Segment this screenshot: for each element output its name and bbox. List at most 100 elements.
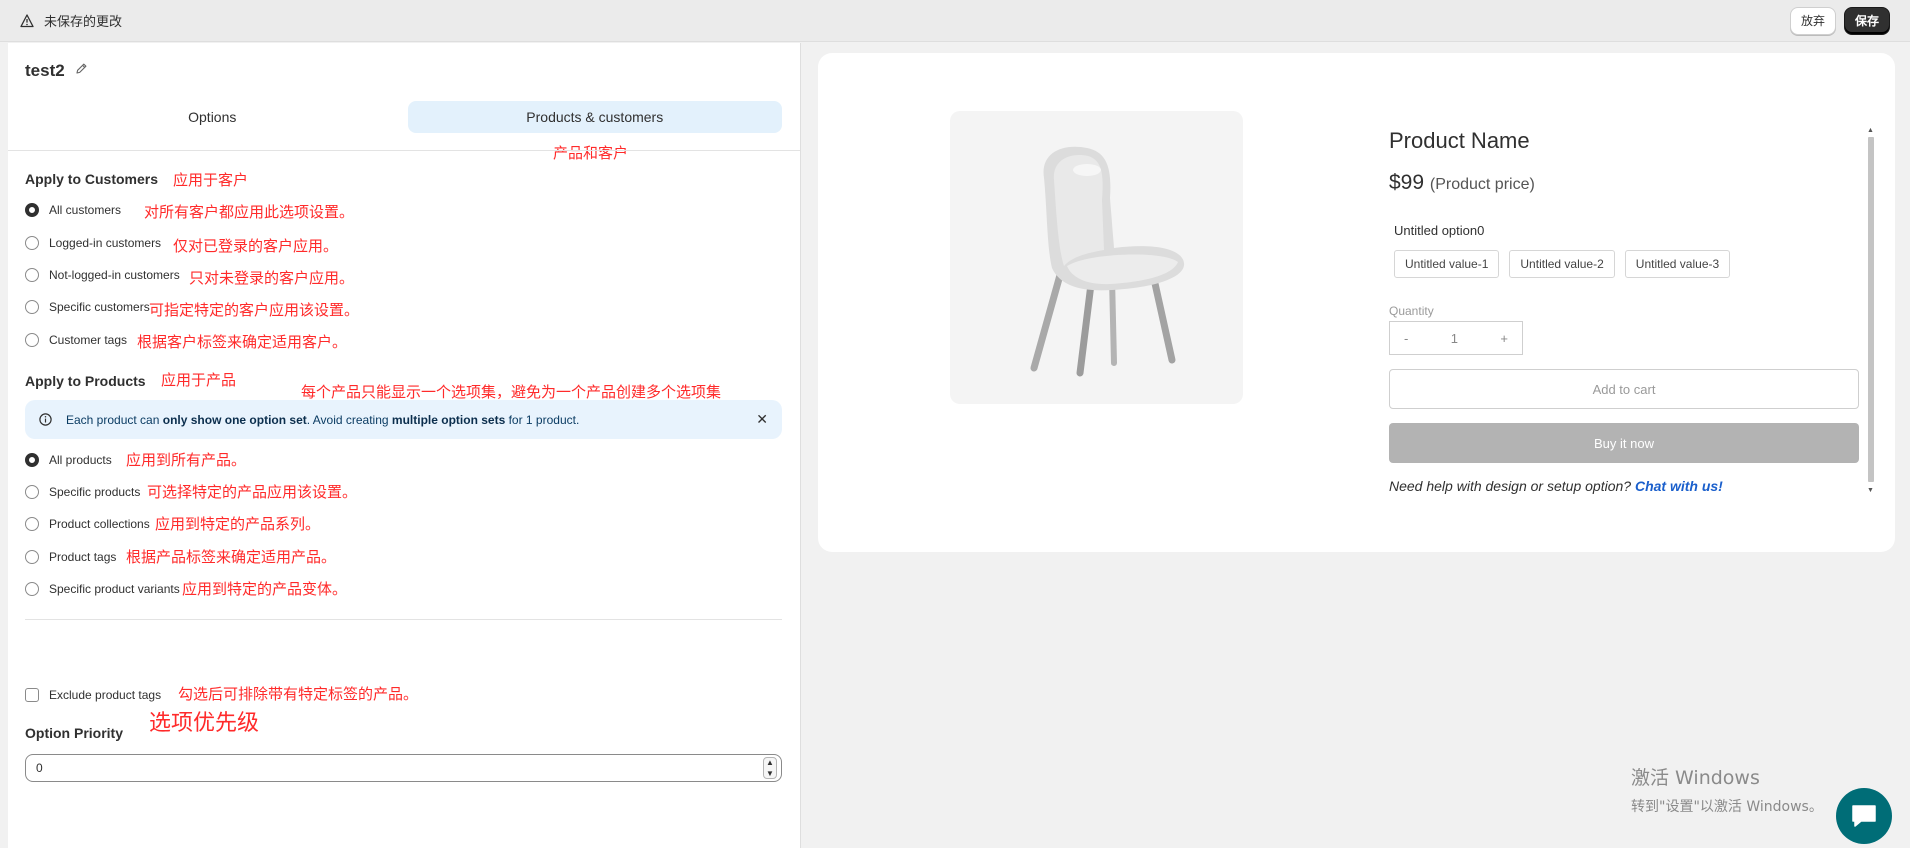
number-stepper[interactable]: ▲ ▼ (763, 757, 777, 779)
chair-illustration (1030, 146, 1184, 376)
chevron-up-icon[interactable]: ▲ (766, 758, 774, 767)
annotation-not-logged-in: 只对未登录的客户应用。 (189, 269, 355, 287)
radio-control[interactable] (25, 268, 39, 282)
preview-scrollbar[interactable]: ▲ ▼ (1867, 127, 1875, 494)
option-values: Untitled value-1 Untitled value-2 Untitl… (1394, 250, 1731, 278)
unsaved-changes-bar: 未保存的更改 放弃 保存 (0, 0, 1910, 42)
apply-customers-title: Apply to Customers (25, 171, 159, 187)
option-value-button[interactable]: Untitled value-3 (1624, 250, 1731, 278)
banner-text: Each product can only show one option se… (66, 413, 579, 427)
watermark-line1: 激活 Windows (1631, 767, 1760, 789)
product-name: Product Name (1389, 128, 1530, 153)
radio-control[interactable] (25, 203, 39, 217)
radio-all-customers[interactable]: All customers (25, 203, 121, 217)
option-value-button[interactable]: Untitled value-2 (1509, 250, 1615, 278)
scroll-down-icon[interactable]: ▼ (1867, 487, 1874, 494)
buy-now-button[interactable]: Buy it now (1389, 423, 1859, 463)
radio-label: Not-logged-in customers (49, 268, 180, 282)
radio-label: Product tags (49, 550, 117, 564)
annotation-logged-in: 仅对已登录的客户应用。 (173, 237, 339, 255)
radio-control[interactable] (25, 550, 39, 564)
radio-label: Specific products (49, 485, 141, 499)
price-label: (Product price) (1429, 176, 1535, 193)
radio-control[interactable] (25, 582, 39, 596)
radio-product-collections[interactable]: Product collections (25, 517, 150, 531)
panel-divider (800, 43, 801, 848)
exclude-product-tags[interactable]: Exclude product tags (25, 688, 161, 702)
discard-button[interactable]: 放弃 (1789, 6, 1836, 35)
apply-products-title: Apply to Products (25, 373, 146, 389)
annotation-all-products: 应用到所有产品。 (126, 451, 247, 469)
radio-all-products[interactable]: All products (25, 453, 112, 467)
scroll-up-icon[interactable]: ▲ (1867, 127, 1874, 134)
product-preview: Product Name $99 (Product price) Untitle… (818, 53, 1895, 552)
section-divider (25, 619, 782, 620)
option-set-name-row: test2 (25, 61, 88, 81)
minus-icon[interactable]: - (1404, 331, 1408, 346)
plus-icon[interactable]: + (1500, 331, 1508, 346)
help-text-body: Need help with design or setup option? (1389, 478, 1635, 494)
radio-label: Product collections (49, 517, 150, 531)
banner-text-bold: only show one option set (162, 412, 307, 427)
radio-label: Specific customers (49, 300, 150, 314)
windows-activation-watermark: 激活 Windows 转到"设置"以激活 Windows。 (1631, 763, 1823, 816)
pencil-icon[interactable] (75, 62, 88, 80)
annotation-banner: 每个产品只能显示一个选项集，避免为一个产品创建多个选项集 (301, 383, 722, 401)
radio-label: Specific product variants (49, 582, 180, 596)
tabs-divider (8, 150, 800, 151)
annotation-tab-products: 产品和客户 (553, 144, 629, 162)
option-priority-input[interactable]: 0 ▲ ▼ (25, 754, 782, 782)
price-value: $99 (1389, 171, 1425, 194)
banner-text-bold: multiple option sets (391, 412, 506, 427)
radio-product-tags[interactable]: Product tags (25, 550, 116, 564)
radio-label: All customers (49, 203, 122, 217)
checkbox-control[interactable] (25, 688, 39, 702)
chat-link[interactable]: Chat with us! (1635, 478, 1723, 494)
annotation-specific-customers: 可指定特定的客户应用该设置。 (149, 301, 360, 319)
annotation-product-tags: 根据产品标签来确定适用产品。 (126, 548, 337, 566)
annotation-product-collections: 应用到特定的产品系列。 (155, 515, 321, 533)
annotation-all-customers: 对所有客户都应用此选项设置。 (144, 203, 355, 221)
tab-products-customers[interactable]: Products & customers (407, 101, 782, 133)
radio-label: Customer tags (49, 333, 128, 347)
radio-customer-tags[interactable]: Customer tags (25, 333, 127, 347)
save-button[interactable]: 保存 (1843, 6, 1890, 35)
unsaved-changes-title: 未保存的更改 (44, 14, 123, 29)
quantity-value[interactable]: 1 (1451, 331, 1458, 346)
radio-logged-in-customers[interactable]: Logged-in customers (25, 236, 161, 250)
annotation-products-title: 应用于产品 (161, 371, 237, 389)
chat-bubble-icon (1852, 805, 1876, 827)
info-banner: Each product can only show one option se… (25, 400, 782, 439)
close-icon[interactable]: ✕ (756, 411, 768, 428)
annotation-priority: 选项优先级 (149, 711, 260, 736)
radio-control[interactable] (25, 333, 39, 347)
radio-control[interactable] (25, 236, 39, 250)
annotation-specific-products: 可选择特定的产品应用该设置。 (147, 483, 358, 501)
option-set-name: test2 (25, 61, 65, 80)
quantity-stepper[interactable]: - 1 + (1389, 321, 1523, 355)
banner-text-part: for 1 product. (505, 412, 580, 427)
topbar-actions: 放弃 保存 (1789, 6, 1890, 35)
tab-bar: Options Products & customers (25, 101, 782, 133)
tab-options[interactable]: Options (25, 101, 400, 133)
radio-specific-customers[interactable]: Specific customers (25, 300, 150, 314)
option-value-button[interactable]: Untitled value-1 (1394, 250, 1500, 278)
radio-specific-product-variants[interactable]: Specific product variants (25, 582, 180, 596)
radio-control[interactable] (25, 453, 39, 467)
annotation-customers-title: 应用于客户 (173, 171, 249, 189)
radio-control[interactable] (25, 300, 39, 314)
add-to-cart-button[interactable]: Add to cart (1389, 369, 1859, 409)
radio-control[interactable] (25, 485, 39, 499)
radio-not-logged-in-customers[interactable]: Not-logged-in customers (25, 268, 180, 282)
info-icon (39, 413, 52, 426)
banner-text-part: . Avoid creating (306, 412, 392, 427)
scrollbar-thumb[interactable] (1868, 137, 1874, 482)
settings-panel: test2 Options Products & customers 产品和客户… (8, 43, 800, 848)
radio-control[interactable] (25, 517, 39, 531)
radio-specific-products[interactable]: Specific products (25, 485, 140, 499)
option-priority-value: 0 (36, 761, 43, 775)
option-priority-title: Option Priority (25, 725, 123, 741)
help-text: Need help with design or setup option? C… (1389, 478, 1723, 494)
chevron-down-icon[interactable]: ▼ (766, 769, 774, 778)
chat-button[interactable] (1836, 788, 1892, 844)
